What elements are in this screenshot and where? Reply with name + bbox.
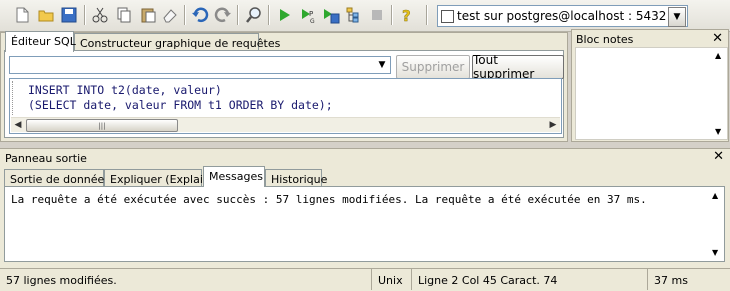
horizontal-scrollbar[interactable]: ◀ ||| ▶ — [11, 117, 560, 132]
toolbar-separator — [84, 5, 86, 25]
status-eol: Unix — [372, 269, 412, 290]
open-folder-icon[interactable] — [36, 5, 56, 25]
sql-line: (SELECT date, valeur FROM t1 ORDER BY da… — [28, 98, 333, 112]
svg-text:P: P — [309, 10, 313, 18]
new-file-icon[interactable] — [12, 5, 32, 25]
explain-query-icon[interactable] — [344, 5, 364, 25]
output-panel-title: Panneau sortie — [5, 152, 87, 165]
delete-button[interactable]: Supprimer — [396, 55, 470, 79]
main-toolbar: PG ? test sur postgres@localhost : 5432 … — [0, 0, 730, 32]
sql-text-area[interactable]: INSERT INTO t2(date, valeur) (SELECT date… — [9, 78, 562, 134]
fold-gutter — [12, 81, 17, 115]
scroll-right-icon[interactable]: ▶ — [546, 118, 560, 132]
status-position: Ligne 2 Col 45 Caract. 74 — [412, 269, 648, 290]
toolbar-separator — [184, 5, 186, 25]
vertical-scrollbar[interactable]: ▲ ▼ — [712, 49, 726, 138]
scroll-up-icon[interactable]: ▲ — [715, 51, 721, 60]
execute-pgscript-icon[interactable]: PG — [298, 5, 318, 25]
svg-text:G: G — [310, 18, 315, 24]
sql-line: INSERT INTO t2(date, valeur) — [28, 83, 222, 97]
connection-label: test sur postgres@localhost : 5432 — [457, 9, 667, 23]
chevron-down-icon[interactable]: ▼ — [668, 7, 686, 27]
toolbar-separator — [268, 5, 270, 25]
scroll-down-icon[interactable]: ▼ — [712, 248, 718, 257]
status-time: 37 ms — [654, 274, 688, 287]
stop-query-icon[interactable] — [367, 5, 387, 25]
paste-icon[interactable] — [138, 5, 158, 25]
connection-checkbox[interactable] — [441, 10, 454, 23]
query-history-select[interactable]: ▼ — [9, 56, 391, 74]
scroll-left-icon[interactable]: ◀ — [11, 118, 25, 132]
copy-icon[interactable] — [114, 5, 134, 25]
scroll-down-icon[interactable]: ▼ — [715, 127, 721, 136]
save-icon[interactable] — [59, 5, 79, 25]
cut-icon[interactable] — [90, 5, 110, 25]
redo-icon[interactable] — [213, 5, 233, 25]
scroll-up-icon[interactable]: ▲ — [712, 191, 718, 200]
chevron-down-icon[interactable]: ▼ — [375, 58, 389, 72]
toolbar-separator — [391, 5, 393, 25]
delete-all-button[interactable]: Tout supprimer — [472, 53, 564, 81]
toolbar-separator — [426, 5, 428, 25]
clear-eraser-icon[interactable] — [160, 5, 180, 25]
vertical-scrollbar[interactable]: ▲ ▼ — [710, 188, 723, 260]
result-message: La requête a été exécutée avec succès : … — [11, 193, 647, 206]
execute-query-icon[interactable] — [274, 5, 294, 25]
output-panel-titlebar: Panneau sortie ✕ — [0, 148, 730, 165]
status-rows: 57 lignes modifiées. — [0, 269, 372, 290]
scroll-thumb[interactable]: ||| — [26, 119, 178, 132]
find-magnifier-icon[interactable] — [244, 5, 264, 25]
undo-icon[interactable] — [190, 5, 210, 25]
connection-select[interactable]: test sur postgres@localhost : 5432 ▼ — [437, 5, 688, 27]
toolbar-separator — [237, 5, 239, 25]
execute-to-file-icon[interactable] — [321, 5, 341, 25]
close-output-icon[interactable]: ✕ — [713, 149, 724, 164]
status-bar: 57 lignes modifiées. Unix Ligne 2 Col 45… — [0, 268, 730, 291]
messages-area[interactable]: La requête a été exécutée avec succès : … — [4, 186, 725, 262]
sql-code: INSERT INTO t2(date, valeur) (SELECT date… — [28, 83, 333, 113]
tab-sql-editor[interactable]: Éditeur SQL — [5, 31, 76, 52]
svg-text:?: ? — [402, 7, 411, 24]
tab-messages[interactable]: Messages — [203, 166, 265, 187]
notes-text-area[interactable]: ▲ ▼ — [575, 47, 728, 140]
close-notes-icon[interactable]: ✕ — [712, 31, 723, 46]
help-icon[interactable]: ? — [397, 5, 417, 25]
notes-title: Bloc notes — [576, 33, 634, 46]
